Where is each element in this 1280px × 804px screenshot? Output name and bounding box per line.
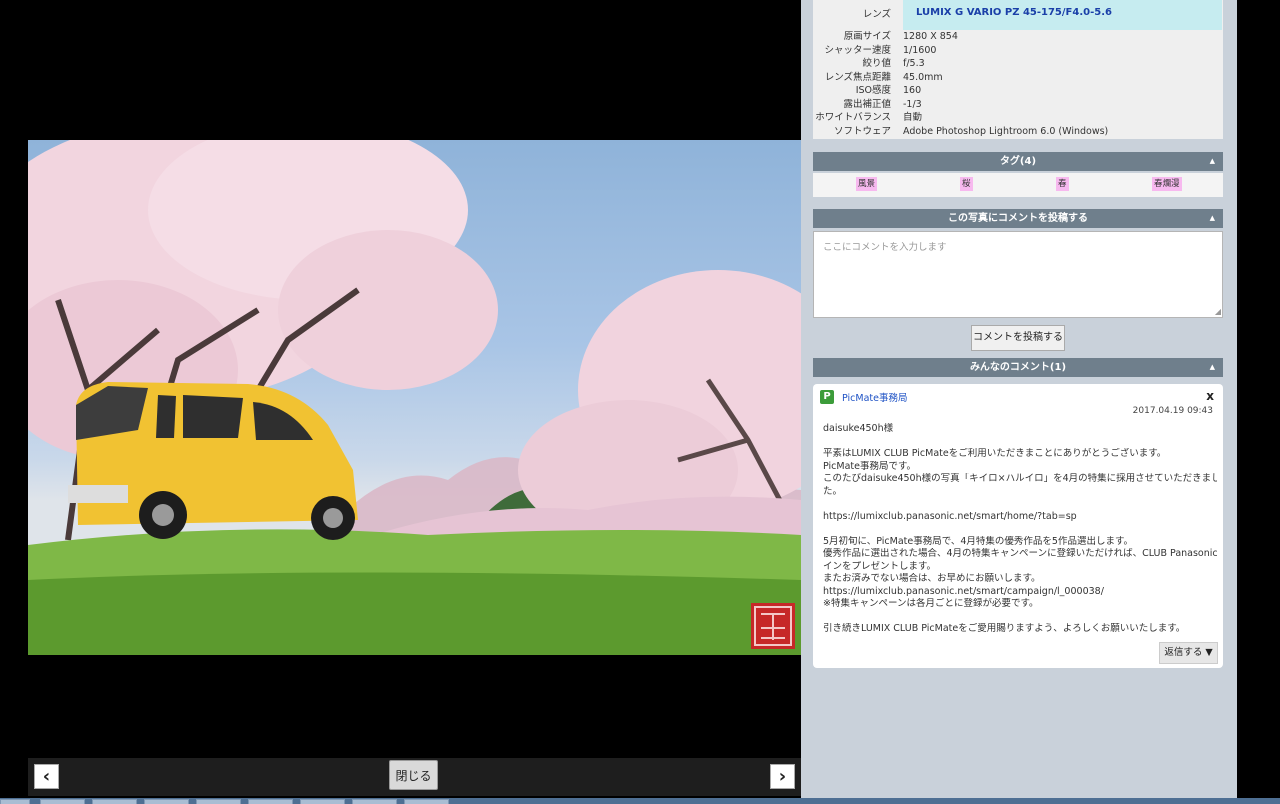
exif-row: 原画サイズ 1280 X 854 <box>813 30 1223 43</box>
triangle-up-icon: ▲ <box>1209 157 1215 165</box>
exif-value: f/5.3 <box>903 58 925 69</box>
exif-value: 自動 <box>903 112 923 123</box>
post-comment-button[interactable]: コメントを投稿する <box>971 325 1065 351</box>
chevron-left-icon: ‹ <box>42 766 51 787</box>
exif-row: ホワイトバランス 自動 <box>813 111 1223 124</box>
exif-row: シャッター速度 1/1600 <box>813 44 1223 57</box>
exif-panel: レンズ LUMIX G VARIO PZ 45-175/F4.0-5.6 原画サ… <box>813 0 1223 139</box>
comment-author[interactable]: PicMate事務局 <box>842 390 907 404</box>
comment-date: 2017.04.19 09:43 <box>1132 406 1213 416</box>
close-button[interactable]: 閉じる <box>389 760 438 790</box>
comment-line <box>823 498 1217 511</box>
prev-photo-button[interactable]: ‹ <box>34 764 59 789</box>
taskbar-app-button[interactable] <box>352 799 397 804</box>
comment-line: ※特集キャンペーンは各月ごとに登録が必要です。 <box>823 598 1039 609</box>
resize-grip-icon[interactable]: ◢ <box>1215 307 1221 316</box>
reply-button[interactable]: 返信する ▼ <box>1159 642 1218 664</box>
photo-info-sidebar: レンズ LUMIX G VARIO PZ 45-175/F4.0-5.6 原画サ… <box>801 0 1237 798</box>
red-seal-stamp <box>751 603 795 649</box>
tags-header-label: タグ(4) <box>999 156 1037 167</box>
exif-row: レンズ焦点距離 45.0mm <box>813 71 1223 84</box>
picmate-logo-icon: P <box>820 390 834 404</box>
exif-key: シャッター速度 <box>824 44 891 56</box>
exif-key: レンズ焦点距離 <box>824 71 891 83</box>
post-comment-header-label: この写真にコメントを投稿する <box>948 213 1088 224</box>
exif-key: ホワイトバランス <box>815 112 891 123</box>
start-button[interactable] <box>0 799 30 804</box>
exif-value: 1/1600 <box>903 44 937 56</box>
taskbar-app-button[interactable] <box>196 799 241 804</box>
comment-line: た。 <box>823 485 843 497</box>
chevron-right-icon: › <box>778 766 787 787</box>
os-taskbar <box>0 798 1280 804</box>
exif-key: 絞り値 <box>862 58 891 69</box>
next-photo-button[interactable]: › <box>770 764 795 789</box>
tags-panel: 風景 桜 春 春爛漫 <box>813 173 1223 197</box>
exif-key: レンズ <box>862 9 891 20</box>
exif-row: 絞り値 f/5.3 <box>813 57 1223 70</box>
triangle-up-icon: ▲ <box>1209 363 1215 371</box>
taskbar-app-button[interactable] <box>40 799 85 804</box>
exif-value: 160 <box>903 85 922 96</box>
comments-header[interactable]: みんなのコメント(1) ▲ <box>813 358 1223 377</box>
exif-key: ISO感度 <box>855 85 891 96</box>
tags-header[interactable]: タグ(4) ▲ <box>813 152 1223 171</box>
tag-link[interactable]: 桜 <box>960 177 973 191</box>
exif-row-lens: レンズ LUMIX G VARIO PZ 45-175/F4.0-5.6 <box>813 0 1223 30</box>
exif-row: ISO感度 160 <box>813 84 1223 97</box>
post-comment-header[interactable]: この写真にコメントを投稿する ▲ <box>813 209 1223 228</box>
exif-value: Adobe Photoshop Lightroom 6.0 (Windows) <box>903 125 1109 137</box>
exif-row: 露出補正値 -1/3 <box>813 98 1223 111</box>
taskbar-app-button[interactable] <box>92 799 137 804</box>
exif-row: ソフトウェア Adobe Photoshop Lightroom 6.0 (Wi… <box>813 125 1223 138</box>
photo-illustration <box>28 140 801 655</box>
comment-line: daisuke450h様 <box>823 423 894 434</box>
exif-key: 原画サイズ <box>843 31 891 42</box>
comment-link[interactable]: https://lumixclub.panasonic.net/smart/ho… <box>823 511 1217 524</box>
comment-line: このたびdaisuke450h様の写真「キイロ×ハルイロ」を4月の特集に採用させ… <box>823 473 1217 484</box>
comment-line: 平素はLUMIX CLUB PicMateをご利用いただきまことにありがとうござ… <box>823 448 1167 459</box>
page-margin <box>1237 0 1280 798</box>
exif-value: 45.0mm <box>903 71 943 83</box>
comments-header-label: みんなのコメント(1) <box>969 362 1067 373</box>
comment-placeholder: ここにコメントを入力します <box>823 242 947 253</box>
comment-line: インをプレゼントします。 <box>823 560 937 572</box>
comment-line <box>823 611 1217 624</box>
triangle-up-icon: ▲ <box>1209 214 1215 222</box>
taskbar-app-button[interactable] <box>404 799 449 804</box>
photo-viewer: ‹ 閉じる › <box>0 0 801 798</box>
comment-line: またお済みでない場合は、お早めにお願いします。 <box>823 573 1041 584</box>
taskbar-app-button[interactable] <box>144 799 189 804</box>
main-photo <box>28 140 801 655</box>
comment-line: 優秀作品に選出された場合、4月の特集キャンペーンに登録いただければ、CLUB P… <box>823 548 1217 559</box>
comment-card: P PicMate事務局 x 2017.04.19 09:43 daisuke4… <box>813 384 1223 668</box>
exif-value: -1/3 <box>903 98 922 110</box>
comment-line: PicMate事務局です。 <box>823 460 917 472</box>
delete-comment-button[interactable]: x <box>1206 389 1214 403</box>
exif-key: ソフトウェア <box>833 125 891 137</box>
taskbar-app-button[interactable] <box>248 799 293 804</box>
lens-value: LUMIX G VARIO PZ 45-175/F4.0-5.6 <box>903 0 1222 30</box>
comment-line <box>823 436 1217 449</box>
comment-line <box>823 523 1217 536</box>
comment-body: daisuke450h様 平素はLUMIX CLUB PicMateをご利用いた… <box>823 423 1217 636</box>
exif-key: 露出補正値 <box>843 98 891 110</box>
comment-link[interactable]: https://lumixclub.panasonic.net/smart/ca… <box>823 586 1217 599</box>
exif-value: 1280 X 854 <box>903 31 958 42</box>
tag-link[interactable]: 風景 <box>856 177 878 191</box>
tag-link[interactable]: 春 <box>1056 177 1069 191</box>
comment-line: 5月初旬に、PicMate事務局で、4月特集の優秀作品を5作品選出します。 <box>823 535 1133 547</box>
taskbar-app-button[interactable] <box>300 799 345 804</box>
viewer-controls: ‹ 閉じる › <box>28 758 801 796</box>
tag-link[interactable]: 春爛漫 <box>1152 177 1182 191</box>
comment-textarea[interactable]: ここにコメントを入力します ◢ <box>813 231 1223 318</box>
comment-line: 引き続きLUMIX CLUB PicMateをご愛用賜りますよう、よろしくお願い… <box>823 623 1186 634</box>
